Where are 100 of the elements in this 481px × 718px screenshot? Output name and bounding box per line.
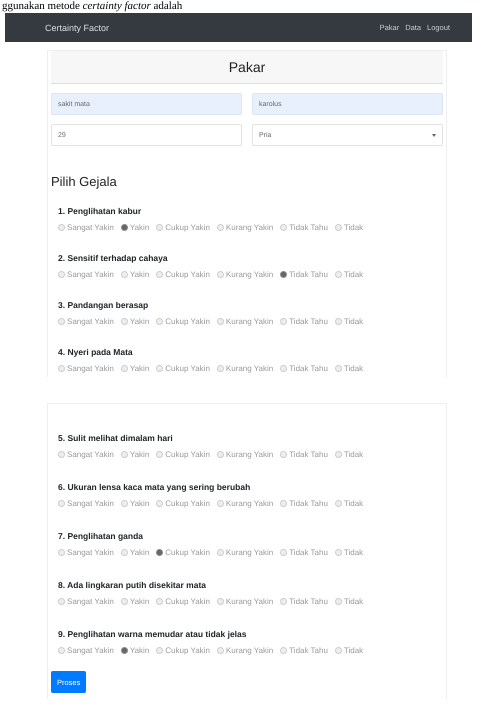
radio-button[interactable]	[156, 598, 164, 605]
option-label: Cukup Yakin	[165, 597, 210, 606]
radio-button[interactable]	[280, 224, 288, 231]
radio-button[interactable]	[280, 271, 288, 278]
option-label: Cukup Yakin	[165, 223, 210, 232]
symptom-title: 8. Ada lingkaran putih disekitar mata	[58, 580, 206, 590]
option-label: Tidak Tahu	[289, 223, 328, 232]
radio-button[interactable]	[120, 451, 128, 458]
option-label: Tidak Tahu	[289, 597, 328, 606]
radio-button[interactable]	[156, 647, 164, 654]
radio-button[interactable]	[216, 451, 224, 458]
option-label: Tidak Tahu	[289, 450, 328, 459]
option-label: Kurang Yakin	[226, 270, 274, 279]
radio-button[interactable]	[120, 500, 128, 507]
radio-button[interactable]	[280, 549, 288, 556]
card-title: Pakar	[228, 59, 266, 75]
radio-button[interactable]	[58, 271, 65, 278]
radio-button[interactable]	[216, 318, 224, 325]
radio-button[interactable]	[58, 647, 65, 654]
option-label: Tidak	[344, 450, 364, 459]
radio-button[interactable]	[216, 647, 224, 654]
radio-button[interactable]	[156, 271, 164, 278]
radio-button[interactable]	[216, 365, 224, 372]
radio-button[interactable]	[58, 549, 65, 556]
radio-button[interactable]	[58, 451, 65, 458]
radio-button[interactable]	[156, 549, 164, 556]
radio-button[interactable]	[280, 365, 288, 372]
radio-button[interactable]	[334, 549, 342, 556]
option-label: Cukup Yakin	[165, 646, 210, 655]
radio-button[interactable]	[280, 647, 288, 654]
section-title: Pilih Gejala	[51, 174, 117, 189]
radio-button[interactable]	[334, 451, 342, 458]
option-label: Tidak Tahu	[289, 548, 328, 557]
radio-button[interactable]	[156, 224, 164, 231]
radio-button[interactable]	[120, 598, 128, 605]
radio-button[interactable]	[216, 224, 224, 231]
radio-button[interactable]	[58, 500, 65, 507]
option-label: Yakin	[130, 364, 150, 373]
option-label: Yakin	[130, 450, 150, 459]
option-label: Tidak	[344, 223, 364, 232]
option-label: Sangat Yakin	[67, 548, 114, 557]
radio-button[interactable]	[156, 318, 164, 325]
option-label: Tidak	[344, 548, 364, 557]
radio-button[interactable]	[120, 365, 128, 372]
radio-button[interactable]	[120, 271, 128, 278]
radio-button[interactable]	[216, 549, 224, 556]
symptom-title: 7. Penglihatan ganda	[58, 531, 144, 541]
radio-button[interactable]	[120, 549, 128, 556]
radio-button[interactable]	[280, 598, 288, 605]
radio-button[interactable]	[58, 224, 65, 231]
option-label: Kurang Yakin	[226, 450, 274, 459]
radio-button[interactable]	[120, 224, 128, 231]
radio-button[interactable]	[334, 224, 342, 231]
symptom-title: 5. Sulit melihat dimalam hari	[58, 433, 173, 443]
radio-button[interactable]	[156, 365, 164, 372]
radio-button[interactable]	[156, 500, 164, 507]
radio-button[interactable]	[334, 598, 342, 605]
option-label: Yakin	[130, 646, 150, 655]
option-label: Tidak Tahu	[289, 646, 328, 655]
option-label: Kurang Yakin	[226, 364, 274, 373]
option-label: Cukup Yakin	[165, 450, 210, 459]
radio-button[interactable]	[280, 318, 288, 325]
symptom-title: 3. Pandangan berasap	[58, 300, 148, 310]
radio-button[interactable]	[120, 647, 128, 654]
option-label: Yakin	[130, 223, 150, 232]
option-label: Tidak Tahu	[289, 364, 328, 373]
radio-button[interactable]	[156, 451, 164, 458]
radio-button[interactable]	[216, 598, 224, 605]
radio-button[interactable]	[58, 365, 65, 372]
option-label: Tidak Tahu	[289, 270, 328, 279]
radio-button[interactable]	[58, 318, 65, 325]
option-label: Sangat Yakin	[67, 223, 114, 232]
option-label: Sangat Yakin	[67, 499, 114, 508]
option-label: Tidak	[344, 317, 364, 326]
radio-button[interactable]	[58, 598, 65, 605]
radio-button[interactable]	[334, 318, 342, 325]
symptom-title: 4. Nyeri pada Mata	[58, 347, 133, 357]
radio-button[interactable]	[334, 647, 342, 654]
symptom-title: 2. Sensitif terhadap cahaya	[58, 253, 168, 263]
symptom-title: 9. Penglihatan warna memudar atau tidak jelas	[58, 629, 246, 639]
option-label: Sangat Yakin	[67, 317, 114, 326]
radio-button[interactable]	[334, 500, 342, 507]
option-label: Tidak Tahu	[289, 317, 328, 326]
option-label: Kurang Yakin	[226, 499, 274, 508]
radio-button[interactable]	[334, 271, 342, 278]
brand-link[interactable]: Certainty Factor	[45, 22, 110, 32]
option-label: Tidak	[344, 270, 364, 279]
radio-button[interactable]	[120, 318, 128, 325]
symptom-title: 1. Penglihatan kabur	[58, 206, 142, 216]
radio-button[interactable]	[280, 500, 288, 507]
option-label: Cukup Yakin	[165, 548, 210, 557]
radio-button[interactable]	[334, 365, 342, 372]
option-label: Kurang Yakin	[226, 646, 274, 655]
radio-button[interactable]	[216, 500, 224, 507]
option-label: Kurang Yakin	[226, 597, 274, 606]
option-label: Kurang Yakin	[226, 317, 274, 326]
radio-button[interactable]	[216, 271, 224, 278]
option-label: Sangat Yakin	[67, 646, 114, 655]
radio-button[interactable]	[280, 451, 288, 458]
caret-icon	[432, 134, 436, 136]
